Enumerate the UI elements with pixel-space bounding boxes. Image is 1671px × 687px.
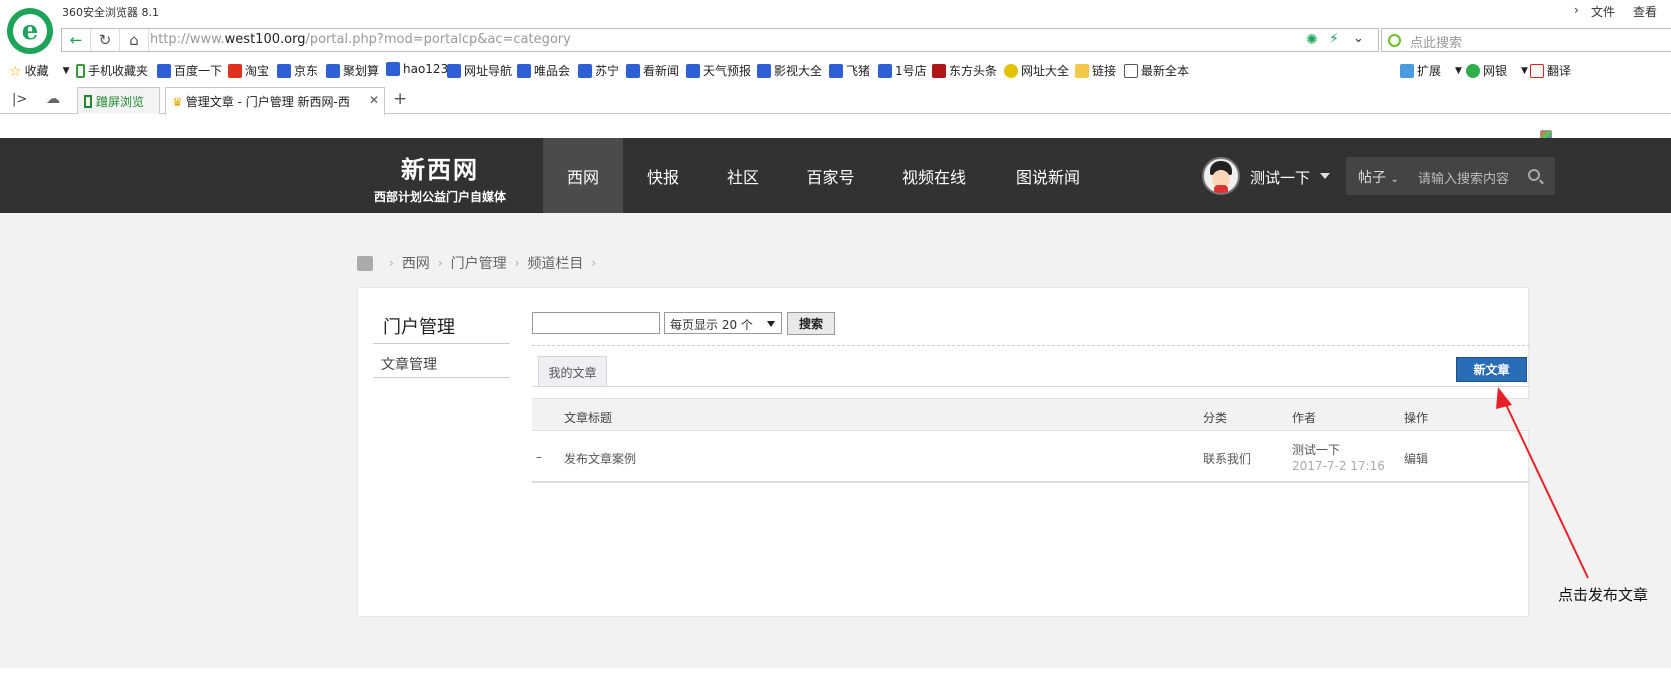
annotation-arrow: [1496, 387, 1589, 579]
annotation-text: 点击发布文章: [1558, 586, 1649, 604]
arrow-head: [1496, 387, 1512, 409]
arrow-line: [1501, 395, 1589, 579]
